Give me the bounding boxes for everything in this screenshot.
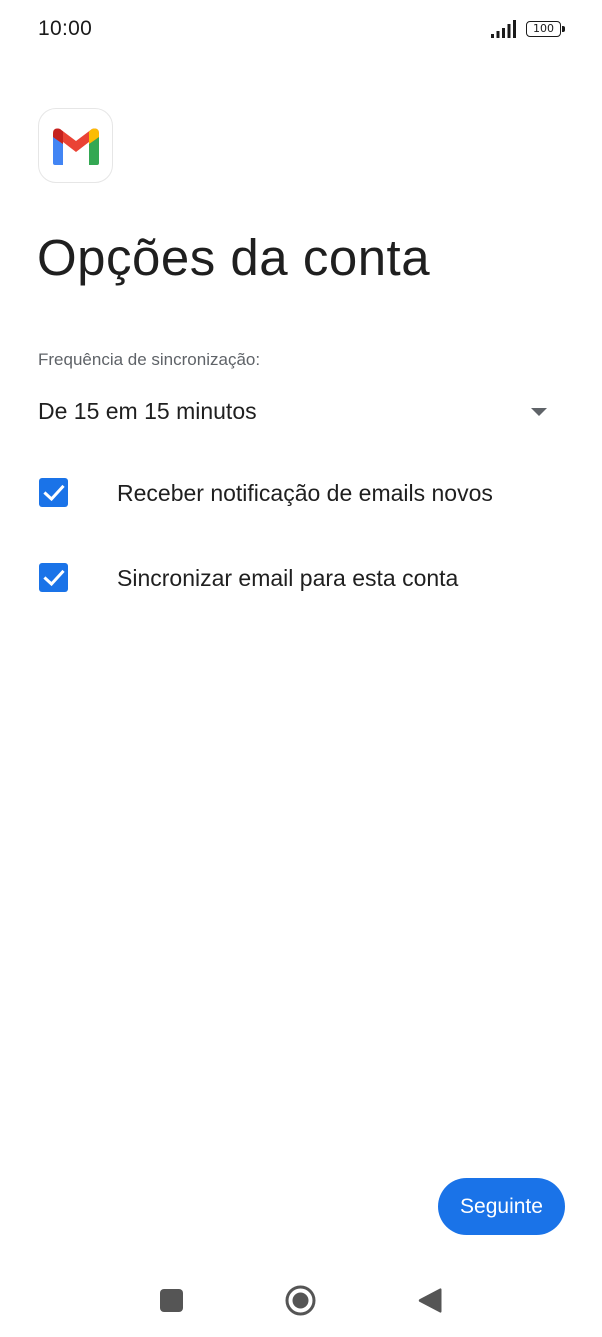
notify-new-email-option[interactable]: Receber notificação de emails novos xyxy=(38,468,568,518)
battery-icon: 100 xyxy=(526,21,566,37)
sync-email-checkbox-label: Sincronizar email para esta conta xyxy=(117,565,459,591)
sync-frequency-dropdown[interactable]: De 15 em 15 minutos xyxy=(38,390,553,434)
gmail-logo-icon xyxy=(38,108,113,183)
dropdown-arrow-icon xyxy=(531,408,547,416)
status-bar: 10:00 100 xyxy=(0,0,602,60)
recents-icon[interactable] xyxy=(160,1289,183,1312)
sync-email-checkbox[interactable] xyxy=(39,563,68,592)
back-icon[interactable] xyxy=(418,1287,442,1314)
notify-checkbox[interactable] xyxy=(39,478,68,507)
notify-checkbox-label: Receber notificação de emails novos xyxy=(117,480,493,506)
battery-level: 100 xyxy=(533,22,554,35)
sync-email-option[interactable]: Sincronizar email para esta conta xyxy=(38,553,568,603)
next-button[interactable]: Seguinte xyxy=(438,1178,565,1235)
status-time: 10:00 xyxy=(38,17,93,40)
sync-frequency-value: De 15 em 15 minutos xyxy=(38,398,257,424)
sync-frequency-label: Frequência de sincronização: xyxy=(38,350,261,369)
checkmark-icon xyxy=(42,484,65,501)
page-title: Opções da conta xyxy=(37,229,431,286)
gmail-m-icon xyxy=(52,128,99,165)
home-icon[interactable] xyxy=(285,1285,316,1316)
checkmark-icon xyxy=(42,569,65,586)
signal-icon xyxy=(491,20,516,38)
